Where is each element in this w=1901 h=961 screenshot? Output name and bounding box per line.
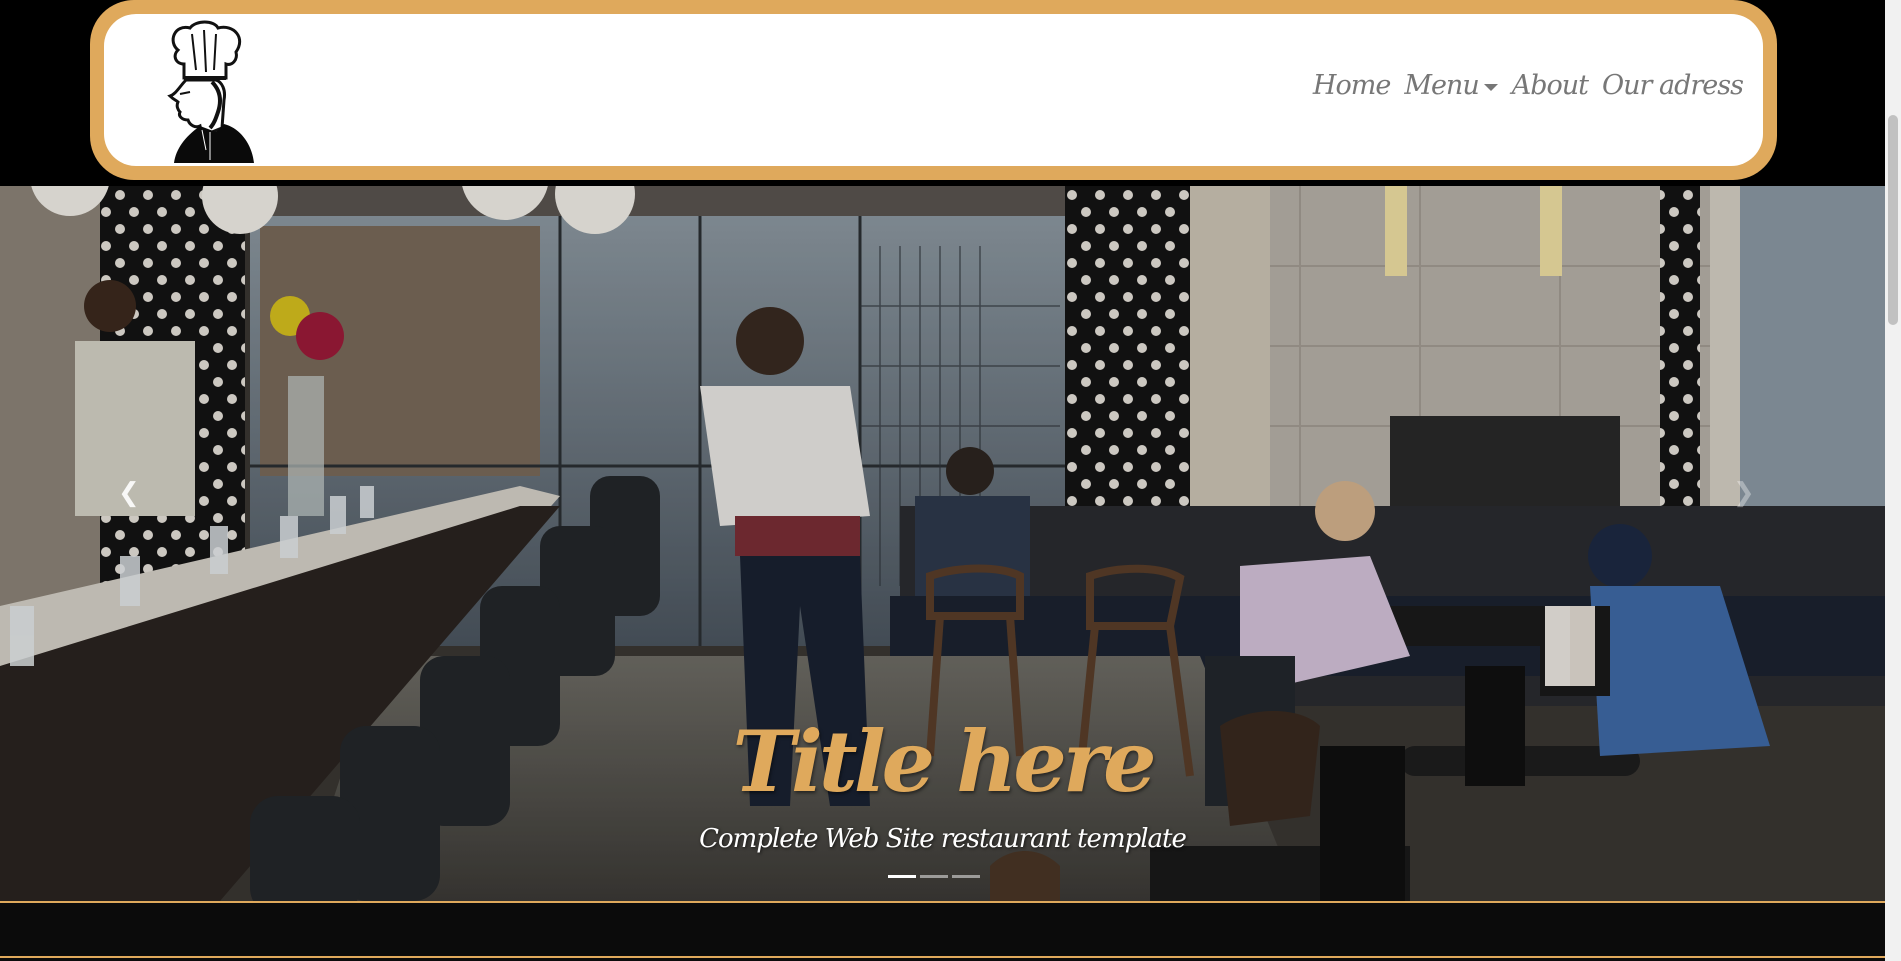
- nav-link-address[interactable]: Our adress: [1602, 70, 1744, 101]
- chevron-left-icon[interactable]: ❮: [118, 478, 140, 508]
- nav-link-menu[interactable]: Menu: [1404, 70, 1498, 101]
- section-divider: [0, 956, 1885, 958]
- carousel-subtitle: Complete Web Site restaurant template: [699, 824, 1187, 854]
- nav-links: Home Menu About Our adress: [1313, 70, 1744, 101]
- nav-link-home[interactable]: Home: [1313, 70, 1391, 101]
- navbar-inner: Home Menu About Our adress: [104, 14, 1763, 166]
- carousel-indicator-3[interactable]: [952, 875, 980, 878]
- nav-link-menu-label: Menu: [1404, 70, 1479, 101]
- carousel-indicators: [888, 875, 980, 878]
- scrollbar-thumb[interactable]: [1888, 115, 1898, 325]
- carousel-indicator-1[interactable]: [888, 875, 916, 878]
- vertical-scrollbar[interactable]: [1885, 0, 1901, 961]
- nav-link-about[interactable]: About: [1512, 70, 1589, 101]
- carousel-title: Title here: [732, 712, 1156, 811]
- page: Home Menu About Our adress ❮ ❯ Title her…: [0, 0, 1885, 961]
- navbar: Home Menu About Our adress: [90, 0, 1777, 180]
- section-below-hero: [0, 903, 1885, 961]
- chevron-right-icon[interactable]: ❯: [1733, 478, 1755, 508]
- caret-down-icon: [1483, 84, 1498, 91]
- chef-head-icon[interactable]: [156, 20, 256, 163]
- carousel-indicator-2[interactable]: [920, 875, 948, 878]
